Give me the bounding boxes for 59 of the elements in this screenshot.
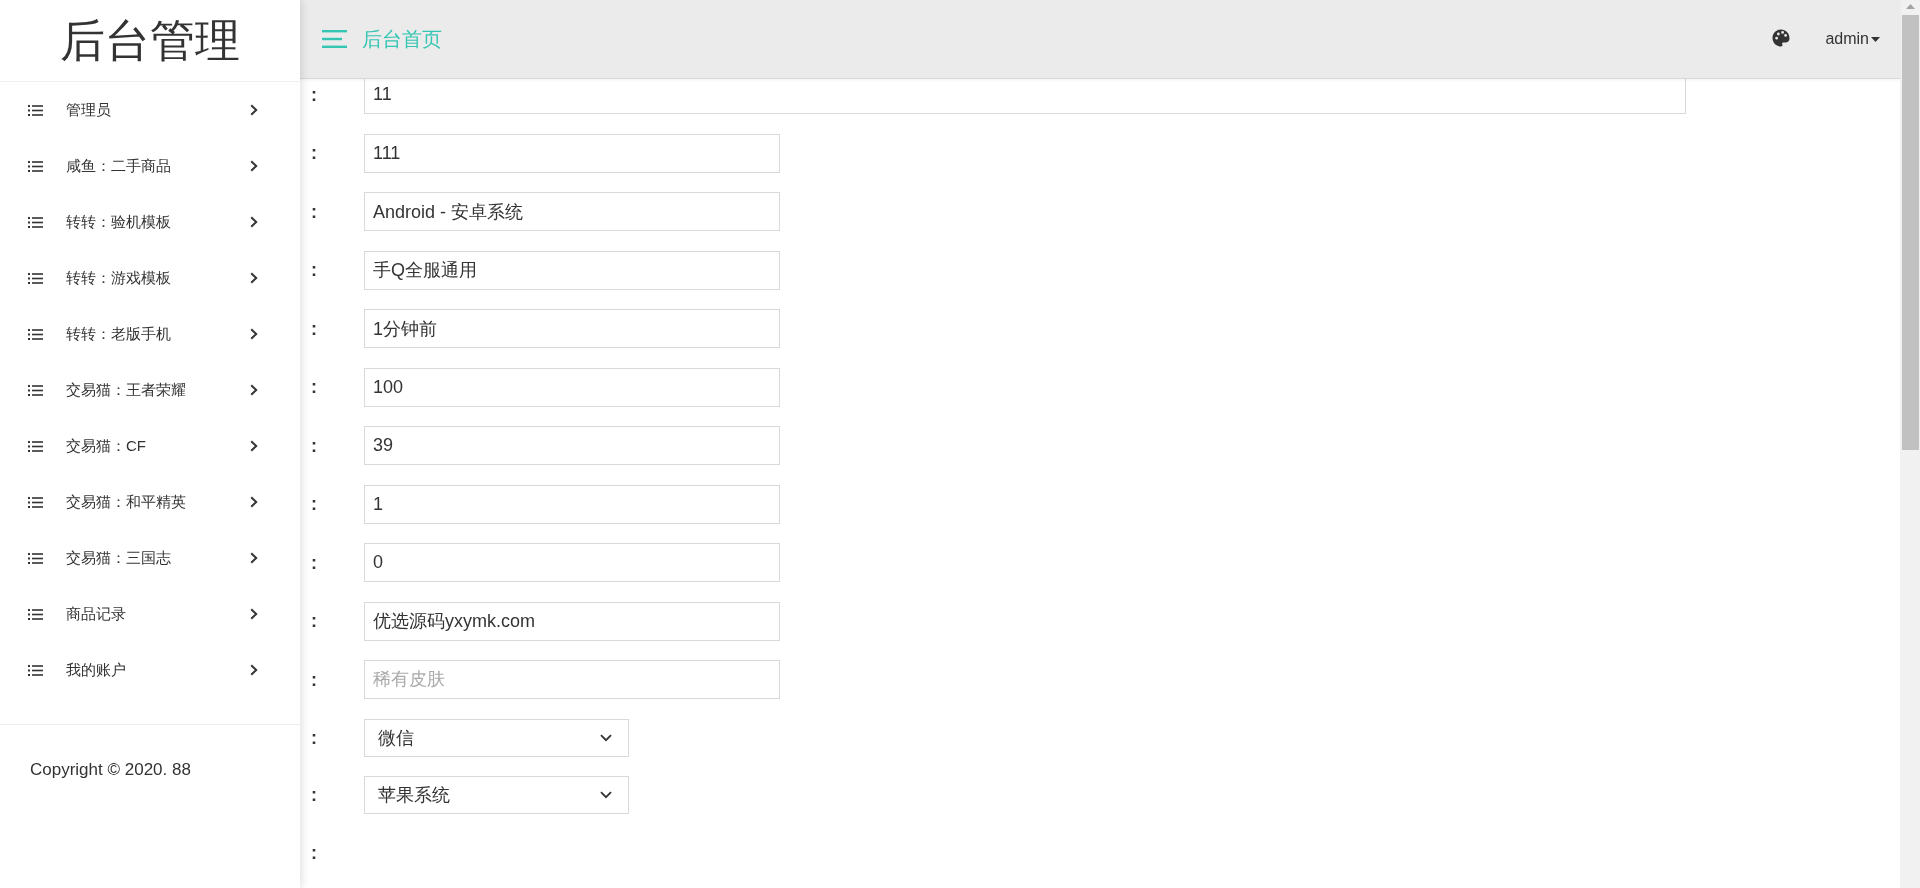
list-icon — [28, 608, 43, 620]
list-icon — [28, 272, 43, 284]
menu-item[interactable]: 交易猫：三国志 — [0, 530, 300, 586]
field-label: : — [311, 841, 317, 865]
input-field[interactable]: 11 — [364, 79, 1686, 114]
list-icon — [28, 384, 43, 396]
menu-item[interactable]: 交易猫：王者荣耀 — [0, 362, 300, 418]
menu-item[interactable]: 我的账户 — [0, 642, 300, 698]
field-label: : — [311, 142, 317, 165]
up-arrow-icon[interactable] — [1905, 4, 1915, 9]
menu-item[interactable]: 管理员 — [0, 82, 300, 138]
field-label: : — [311, 259, 317, 282]
dropdown[interactable]: 微信 — [364, 718, 629, 757]
input-field[interactable]: 稀有皮肤 — [364, 660, 780, 699]
dropdown[interactable]: 苹果系统 — [364, 776, 629, 814]
list-icon — [28, 216, 43, 228]
menu-item[interactable]: 交易猫：和平精英 — [0, 474, 300, 530]
field-label: : — [311, 200, 317, 224]
list-icon — [28, 104, 43, 116]
list-icon — [28, 496, 43, 508]
input-field[interactable]: 手Q全服通用 — [364, 250, 780, 290]
field-label: : — [311, 610, 317, 633]
field-label: : — [311, 726, 317, 750]
field-label: : — [311, 434, 317, 458]
input-field[interactable]: 1 — [364, 484, 780, 524]
input-field[interactable]: 111 — [364, 133, 780, 173]
copyright-text: Copyright © 2020. 88 — [30, 760, 191, 779]
field-label: : — [311, 784, 317, 807]
menu-icon[interactable] — [322, 30, 347, 48]
input-field[interactable]: 优选源码yxymk.com — [364, 601, 780, 641]
field-label: : — [311, 317, 317, 341]
menu-item[interactable]: 咸鱼：二手商品 — [0, 138, 300, 194]
field-label: : — [311, 493, 317, 516]
list-icon — [28, 552, 43, 564]
input-field[interactable]: 1分钟前 — [364, 309, 780, 348]
chevron-down-icon — [600, 733, 612, 742]
input-field[interactable]: 100 — [364, 367, 780, 407]
scrollbar-thumb[interactable] — [1901, 15, 1919, 450]
menu-item[interactable]: 转转：游戏模板 — [0, 250, 300, 306]
list-icon — [28, 440, 43, 452]
scrollbar[interactable] — [1900, 0, 1920, 888]
input-field[interactable]: 0 — [364, 543, 780, 582]
input-field[interactable]: Android - 安卓系统 — [364, 192, 780, 231]
menu-item[interactable]: 转转：验机模板 — [0, 194, 300, 250]
input-field[interactable]: 39 — [364, 426, 780, 465]
list-icon — [28, 160, 43, 172]
chevron-down-icon — [600, 791, 612, 799]
caret-icon — [1871, 36, 1880, 42]
list-icon — [28, 328, 43, 340]
menu-item[interactable]: 交易猫：CF — [0, 418, 300, 474]
field-label: : — [311, 376, 317, 399]
field-label: : — [311, 668, 317, 692]
field-label: : — [311, 83, 317, 107]
menu-item[interactable]: 转转：老版手机 — [0, 306, 300, 362]
field-label: : — [311, 551, 317, 575]
list-icon — [28, 664, 43, 676]
menu-item[interactable]: 商品记录 — [0, 586, 300, 642]
palette-icon[interactable] — [1772, 29, 1791, 47]
user-menu[interactable]: admin — [1825, 30, 1880, 48]
